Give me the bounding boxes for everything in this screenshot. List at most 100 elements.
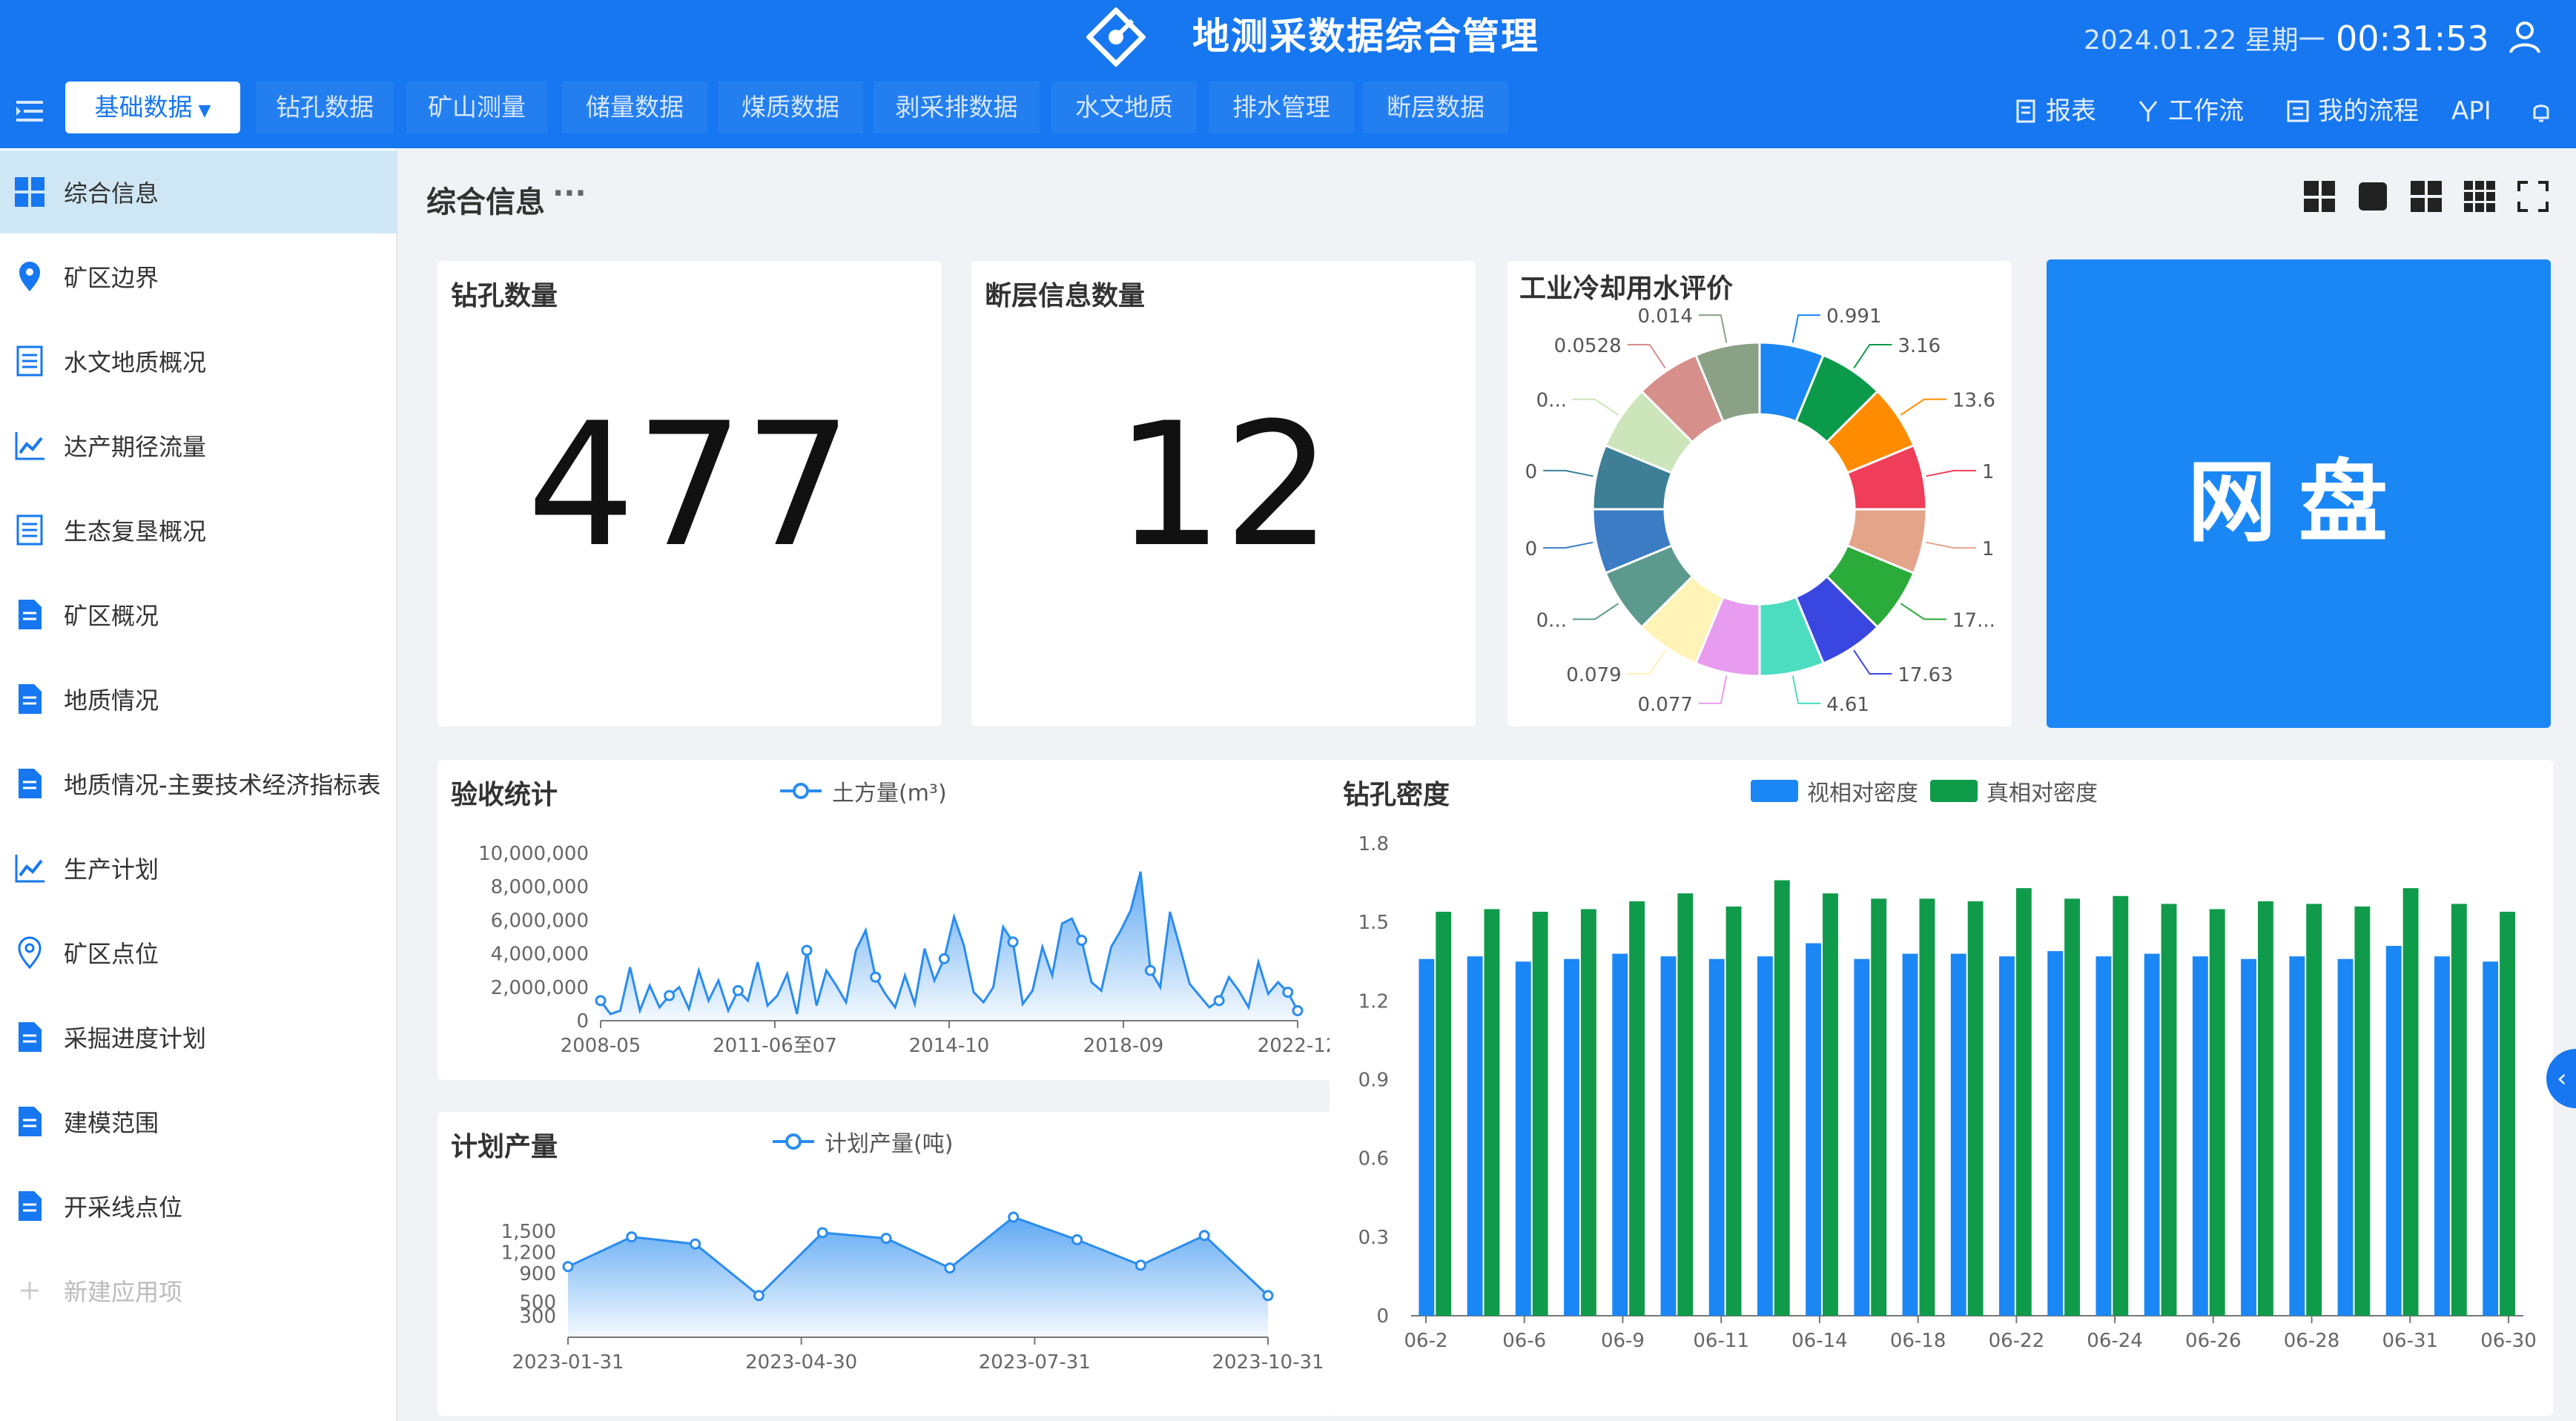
x-tick-label: 06-18 [1890, 1330, 1946, 1352]
y-tick-label: 0 [1376, 1305, 1389, 1328]
y-tick-label: 0.6 [1358, 1148, 1389, 1170]
drill-count-card: 钻孔数量 477 [437, 261, 942, 726]
my-process-link[interactable]: 我的流程 [2285, 89, 2419, 133]
sidebar-item-mining-line-points[interactable]: 开采线点位 [0, 1165, 397, 1248]
sidebar-item-label: 综合信息 [64, 179, 159, 208]
document-icon [19, 1107, 42, 1136]
sidebar-item-geology-indicators[interactable]: 地质情况-主要技术经济指标表 [0, 742, 397, 825]
caret-down-icon: ▼ [198, 102, 211, 120]
plus-icon [21, 1282, 39, 1299]
data-point [1144, 964, 1156, 976]
layout-mixed-icon[interactable] [2302, 179, 2336, 213]
menu-toggle-icon[interactable] [13, 95, 46, 127]
sidebar-item-production-plan[interactable]: 生产计划 [0, 827, 397, 910]
bar-true-density [2258, 901, 2273, 1316]
donut-label: 1 [1982, 538, 1995, 560]
sidebar-item-runoff[interactable]: 达产期径流量 [0, 404, 397, 487]
data-point [880, 1233, 892, 1245]
bar-true-density [1967, 901, 1984, 1316]
sidebar-item-overview[interactable]: 综合信息 [0, 150, 397, 233]
user-icon[interactable] [2506, 19, 2543, 56]
main-content: 综合信息 ··· 钻孔数量 477 断层信息数量 12 工业冷却用水评价 0.9… [404, 156, 2576, 1421]
bar-apparent-density [1999, 956, 2015, 1316]
bar-apparent-density [1515, 961, 1531, 1316]
sidebar-item-label: 矿区点位 [64, 940, 159, 968]
donut-label: 0... [1536, 609, 1567, 632]
bar-true-density [2161, 904, 2177, 1316]
nav-tab-stripping[interactable]: 剥采排数据 [873, 82, 1040, 133]
list-doc-icon [16, 345, 43, 377]
layout-nine-icon[interactable] [2463, 179, 2497, 213]
donut-label-line [1543, 469, 1594, 477]
date-display: 2024.01.22 星期一 [2084, 25, 2325, 56]
nav-tab-drill-data[interactable]: 钻孔数据 [256, 82, 394, 133]
data-point [1008, 1211, 1020, 1223]
data-point [732, 984, 744, 996]
api-link[interactable]: API [2451, 89, 2491, 133]
sidebar-item-mine-boundary[interactable]: 矿区边界 [0, 235, 397, 318]
bar-apparent-density [2337, 958, 2354, 1316]
bar-true-density [2113, 895, 2129, 1316]
data-point [664, 990, 676, 1001]
sidebar-item-reclamation[interactable]: 生态复垦概况 [0, 488, 397, 572]
sidebar-item-new-app[interactable]: 新建应用项 [0, 1249, 397, 1332]
data-point [1007, 936, 1019, 948]
nav-tab-basic-data[interactable]: 基础数据 ▼ [65, 82, 240, 133]
more-options-icon[interactable]: ··· [552, 176, 587, 211]
bar-apparent-density [1660, 956, 1677, 1316]
nav-tab-drainage[interactable]: 排水管理 [1209, 82, 1354, 133]
bar-true-density [1919, 898, 1935, 1316]
bar-apparent-density [1806, 943, 1822, 1316]
sidebar-item-label: 地质情况 [64, 686, 159, 715]
sidebar-item-mine-points[interactable]: 矿区点位 [0, 911, 397, 994]
donut-label-line [1572, 398, 1619, 416]
layout-single-icon[interactable] [2356, 179, 2390, 213]
sidebar-item-excavation-plan[interactable]: 采掘进度计划 [0, 996, 397, 1079]
donut-label: 0 [1525, 461, 1538, 483]
bar-apparent-density [2434, 956, 2450, 1316]
line-chart-icon [15, 432, 44, 460]
donut-label: 0 [1525, 538, 1538, 560]
sidebar-item-label: 矿区概况 [64, 602, 159, 630]
sidebar-item-mine-overview[interactable]: 矿区概况 [0, 573, 397, 656]
area-fill [601, 871, 1298, 1021]
data-point [870, 971, 882, 983]
workflow-label: 工作流 [2168, 96, 2244, 126]
nav-tab-reserves[interactable]: 储量数据 [562, 82, 707, 133]
sidebar-item-hydro-overview[interactable]: 水文地质概况 [0, 319, 397, 403]
report-link[interactable]: 报表 [2013, 89, 2096, 133]
data-point [944, 1262, 956, 1274]
sidebar-item-geology[interactable]: 地质情况 [0, 657, 397, 741]
netdisk-card[interactable]: 网盘 [2047, 259, 2551, 728]
nav-tab-mine-survey[interactable]: 矿山测量 [406, 82, 547, 133]
nav-tab-coal-quality[interactable]: 煤质数据 [718, 82, 863, 133]
netdisk-label: 网盘 [2187, 451, 2410, 554]
fullscreen-icon[interactable] [2516, 179, 2550, 213]
document-icon [19, 769, 42, 798]
data-point [1262, 1290, 1274, 1302]
y-tick-label: 0.3 [1358, 1227, 1389, 1249]
bar-true-density [1484, 909, 1500, 1316]
nav-tab-hydrogeology[interactable]: 水文地质 [1051, 82, 1197, 133]
donut-label-line [1791, 675, 1821, 704]
bar-true-density [2451, 904, 2467, 1316]
x-tick-label: 06-31 [2382, 1330, 2438, 1352]
data-point [938, 953, 950, 964]
y-tick-label: 8,000,000 [491, 876, 589, 898]
drill-density-chart: 0 0.3 0.6 0.9 1.2 1.5 1.8 06-2 06-6 06-9 06-11 06-1… [1358, 833, 2537, 1352]
workflow-link[interactable]: 工作流 [2136, 89, 2244, 133]
donut-label-line [1900, 603, 1947, 620]
sidebar-item-modeling-range[interactable]: 建模范围 [0, 1080, 397, 1163]
data-point [1071, 1233, 1083, 1245]
location-pin-icon [19, 262, 40, 291]
acceptance-chart: 0 2,000,000 4,000,000 6,000,000 8,000,000 10,… [478, 843, 1335, 1057]
app-logo-icon [1086, 7, 1146, 67]
layout-quad-icon[interactable] [2409, 179, 2443, 213]
x-tick-label: 2023-10-31 [1212, 1351, 1324, 1374]
sidebar-item-label: 开采线点位 [64, 1193, 183, 1222]
x-tick-label: 2008-05 [561, 1035, 641, 1057]
x-tick-label: 2014-10 [909, 1035, 990, 1057]
notification-button[interactable] [2529, 89, 2554, 133]
water-eval-donut: 0.991 3.16 13.6 1 1 17... 17.63 4.61 0.077 0.079 0… [1525, 305, 1995, 716]
nav-tab-fault-data[interactable]: 断层数据 [1363, 82, 1508, 133]
